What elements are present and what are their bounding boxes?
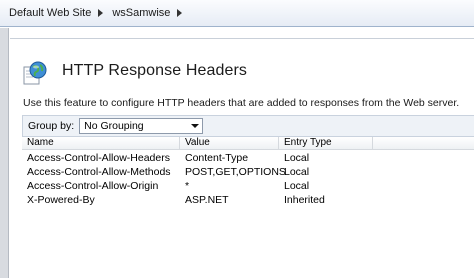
breadcrumb-item-wssamwise[interactable]: wsSamwise <box>109 7 188 19</box>
table-body: Access-Control-Allow-Headers Content-Typ… <box>22 150 474 207</box>
cell-name: X-Powered-By <box>27 194 95 206</box>
page-title: HTTP Response Headers <box>62 62 247 79</box>
cell-entry-type: Local <box>284 152 310 164</box>
cell-entry-type: Local <box>284 180 310 192</box>
table-header-row: Name Value Entry Type <box>22 137 474 150</box>
group-by-value: No Grouping <box>84 120 144 132</box>
breadcrumb-label: Default Web Site <box>9 7 92 19</box>
chevron-down-icon[interactable] <box>188 119 202 133</box>
column-header-filler <box>373 137 474 149</box>
group-by-label: Group by: <box>28 120 75 132</box>
divider <box>10 38 474 39</box>
table-row[interactable]: Access-Control-Allow-Methods POST,GET,OP… <box>22 165 474 179</box>
breadcrumb-item-default-web-site[interactable]: Default Web Site <box>6 7 109 19</box>
table-row[interactable]: X-Powered-By ASP.NET Inherited <box>22 193 474 207</box>
breadcrumb-label: wsSamwise <box>112 7 171 19</box>
group-by-toolbar: Group by: No Grouping <box>22 115 474 137</box>
cell-name: Access-Control-Allow-Headers <box>27 152 170 164</box>
headers-table: Name Value Entry Type Access-Control-All… <box>22 137 474 207</box>
cell-entry-type: Inherited <box>284 194 325 206</box>
cell-value: POST,GET,OPTIONS <box>185 166 286 178</box>
globe-icon <box>23 61 47 85</box>
table-row[interactable]: Access-Control-Allow-Origin * Local <box>22 179 474 193</box>
cell-value: ASP.NET <box>185 194 229 206</box>
breadcrumb: Default Web Site wsSamwise <box>0 0 474 27</box>
group-by-select[interactable]: No Grouping <box>79 118 204 134</box>
chevron-right-icon[interactable] <box>98 9 104 17</box>
cell-name: Access-Control-Allow-Origin <box>27 180 159 192</box>
page-description: Use this feature to configure HTTP heade… <box>23 97 460 109</box>
column-header-value[interactable]: Value <box>180 137 279 149</box>
cell-name: Access-Control-Allow-Methods <box>27 166 171 178</box>
left-panel-edge <box>0 28 9 278</box>
column-header-name[interactable]: Name <box>22 137 180 149</box>
column-header-entry-type[interactable]: Entry Type <box>279 137 373 149</box>
table-row[interactable]: Access-Control-Allow-Headers Content-Typ… <box>22 151 474 165</box>
cell-value: Content-Type <box>185 152 249 164</box>
cell-value: * <box>185 180 190 192</box>
cell-entry-type: Local <box>284 166 310 178</box>
iis-manager-view: Default Web Site wsSamwise HTTP Response… <box>0 0 474 278</box>
chevron-right-icon[interactable] <box>177 9 183 17</box>
